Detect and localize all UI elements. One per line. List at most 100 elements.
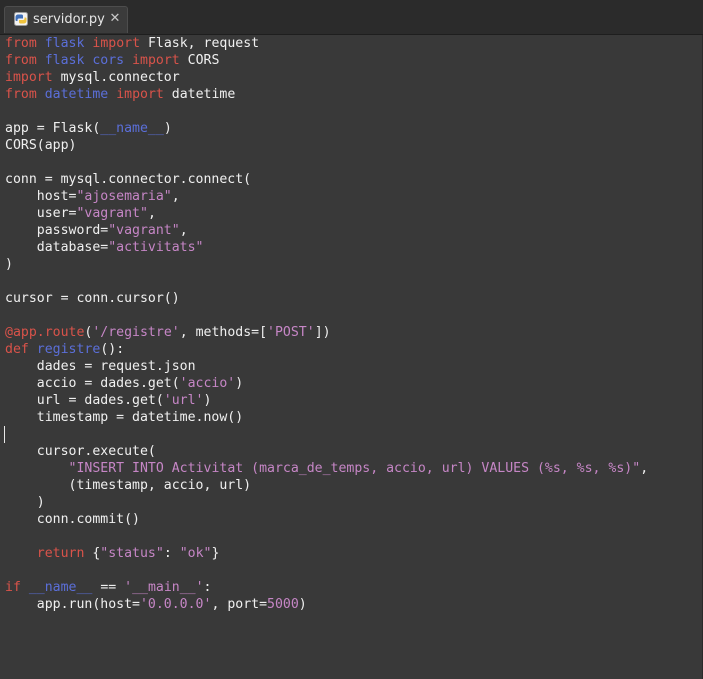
code-token: { bbox=[84, 546, 101, 561]
code-token: '__main__' bbox=[124, 580, 204, 595]
code-line: ) bbox=[5, 256, 648, 273]
text-cursor bbox=[4, 426, 5, 443]
code-token: from bbox=[5, 36, 37, 51]
code-token: "status" bbox=[100, 546, 164, 561]
code-token: , bbox=[171, 189, 180, 204]
code-line: conn = mysql.connector.connect( bbox=[5, 171, 648, 188]
code-line: cursor = conn.cursor() bbox=[5, 290, 648, 307]
code-line: from flask cors import CORS bbox=[5, 52, 648, 69]
code-token: ) bbox=[203, 393, 212, 408]
code-token: ) bbox=[5, 257, 13, 272]
code-token: : bbox=[163, 546, 180, 561]
code-token: CORS bbox=[179, 53, 220, 68]
code-token: 'accio' bbox=[179, 376, 236, 391]
code-token: "activitats" bbox=[108, 240, 204, 255]
code-token: timestamp = datetime.now() bbox=[5, 410, 244, 425]
editor-window: servidor.py ✕ from flask import Flask, r… bbox=[0, 0, 703, 679]
code-token: dades = request.json bbox=[5, 359, 196, 374]
code-token: if bbox=[5, 580, 21, 595]
code-token: ) bbox=[235, 376, 244, 391]
code-token: datetime bbox=[44, 87, 109, 102]
tab-filename: servidor.py bbox=[33, 12, 105, 27]
code-token: , methods=[ bbox=[179, 325, 268, 340]
code-line: @app.route('/registre', methods=['POST']… bbox=[5, 324, 648, 341]
code-token: @app.route bbox=[5, 325, 85, 340]
close-icon[interactable]: ✕ bbox=[108, 11, 122, 27]
code-token: Flask, request bbox=[140, 36, 260, 51]
code-line: dades = request.json bbox=[5, 358, 648, 375]
code-line: database="activitats" bbox=[5, 239, 648, 256]
code-token: app = Flask( bbox=[5, 121, 101, 136]
tab-servidor-py[interactable]: servidor.py ✕ bbox=[4, 6, 128, 33]
tab-bar: servidor.py ✕ bbox=[0, 0, 703, 35]
code-line: if __name__ == '__main__': bbox=[5, 579, 648, 596]
code-line: from datetime import datetime bbox=[5, 86, 648, 103]
code-token: : bbox=[203, 580, 212, 595]
code-token: (): bbox=[100, 342, 125, 357]
code-token: database= bbox=[5, 240, 109, 255]
code-token: host= bbox=[5, 189, 77, 204]
code-token: ) bbox=[5, 495, 45, 510]
code-token: import bbox=[92, 36, 141, 51]
code-text: from flask import Flask, request from fla… bbox=[5, 35, 648, 613]
code-token: 'url' bbox=[163, 393, 204, 408]
code-token: def bbox=[5, 342, 29, 357]
code-line: accio = dades.get('accio') bbox=[5, 375, 648, 392]
code-line: CORS(app) bbox=[5, 137, 648, 154]
code-line: cursor.execute( bbox=[5, 443, 648, 460]
code-token: "INSERT INTO Activitat (marca_de_temps, … bbox=[68, 461, 641, 476]
code-token: from bbox=[5, 87, 37, 102]
code-token: __name__ bbox=[28, 580, 93, 595]
code-line: url = dades.get('url') bbox=[5, 392, 648, 409]
code-token: return bbox=[36, 546, 85, 561]
code-token: cursor = conn.cursor() bbox=[5, 291, 180, 306]
code-token: "ok" bbox=[179, 546, 212, 561]
code-line: conn.commit() bbox=[5, 511, 648, 528]
code-token: datetime bbox=[163, 87, 236, 102]
code-token: user= bbox=[5, 206, 77, 221]
code-token: ) bbox=[163, 121, 172, 136]
code-token: flask cors bbox=[44, 53, 125, 68]
code-token: 5000 bbox=[267, 597, 299, 612]
code-line: return {"status": "ok"} bbox=[5, 545, 648, 562]
code-token: (timestamp, accio, url) bbox=[5, 478, 252, 493]
python-file-icon bbox=[14, 12, 28, 26]
code-line: timestamp = datetime.now() bbox=[5, 409, 648, 426]
code-line: "INSERT INTO Activitat (marca_de_temps, … bbox=[5, 460, 649, 477]
code-token: import bbox=[5, 70, 53, 85]
code-line: def registre(): bbox=[5, 341, 648, 358]
code-token: accio = dades.get( bbox=[5, 376, 180, 391]
code-token: flask bbox=[44, 36, 85, 51]
code-token: "vagrant" bbox=[76, 206, 148, 221]
code-token: '0.0.0.0' bbox=[139, 597, 212, 612]
code-token: password= bbox=[5, 223, 109, 238]
code-editor[interactable]: from flask import Flask, request from fla… bbox=[0, 35, 703, 679]
code-line: app = Flask(__name__) bbox=[5, 120, 648, 137]
code-token: , port= bbox=[211, 597, 268, 612]
code-token: == bbox=[92, 580, 125, 595]
code-token: , bbox=[640, 461, 649, 476]
code-line: app.run(host='0.0.0.0', port=5000) bbox=[5, 596, 648, 613]
code-token: app.run(host= bbox=[5, 597, 140, 612]
code-line: import mysql.connector bbox=[5, 69, 648, 86]
code-token: ]) bbox=[314, 325, 331, 340]
code-token: url = dades.get( bbox=[5, 393, 164, 408]
code-token: ) bbox=[298, 597, 307, 612]
code-line: from flask import Flask, request bbox=[5, 35, 648, 52]
code-line: password="vagrant", bbox=[5, 222, 648, 239]
